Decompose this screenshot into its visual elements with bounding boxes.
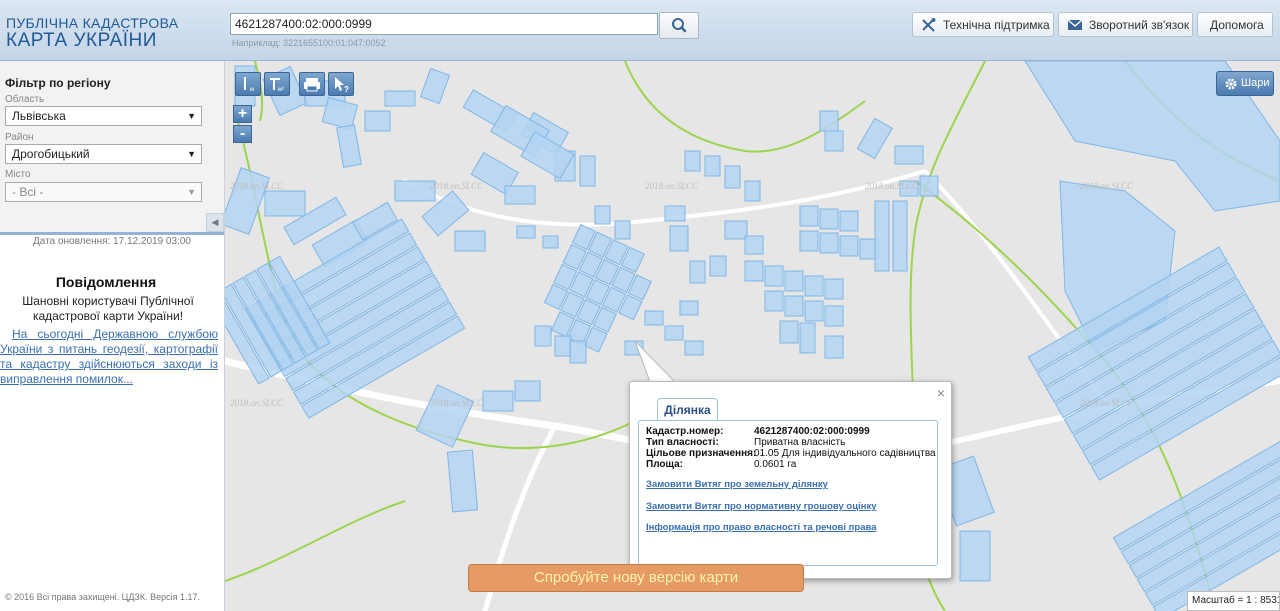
- oblast-label: Область: [5, 94, 45, 105]
- city-select[interactable]: - Всі - ▼: [5, 182, 202, 202]
- area-measure-icon: м²: [270, 78, 284, 93]
- support-label: Технічна підтримка: [943, 18, 1050, 32]
- close-icon[interactable]: ×: [937, 385, 945, 401]
- copyright: © 2016 Всі права захищені. ЦДЗК. Версія …: [5, 592, 201, 602]
- rayon-value: Дрогобицький: [12, 147, 90, 161]
- layers-button[interactable]: Шари: [1216, 71, 1274, 96]
- order-valuation-extract-link[interactable]: Замовити Витяг про нормативну грошову оц…: [646, 501, 877, 512]
- feedback-label: Зворотний зв'язок: [1089, 18, 1190, 32]
- dropdown-arrow-icon: ▼: [187, 111, 196, 121]
- watermark: 2018.on.SLCC: [1080, 398, 1134, 408]
- header: ПУБЛІЧНА КАДАСТРОВА КАРТА УКРАЇНИ 462128…: [0, 0, 1280, 61]
- svg-text:?: ?: [344, 85, 349, 94]
- oblast-select[interactable]: Львівська ▼: [5, 106, 202, 126]
- notice-link[interactable]: На сьогодні Державною службою України з …: [0, 327, 218, 387]
- ruler-icon: м: [244, 77, 254, 93]
- tab-parcel[interactable]: Ділянка: [657, 398, 718, 420]
- search-hint: Наприклад: 3221655100:01:047:0052: [232, 38, 386, 48]
- printer-icon: [304, 78, 320, 92]
- svg-text:м²: м²: [278, 87, 284, 93]
- field-value: 01.05 Для індивідуального садівництва: [754, 448, 936, 459]
- notice-text: Шановні користувачі Публічної кадастрово…: [22, 294, 194, 323]
- city-label: Місто: [5, 169, 31, 180]
- rayon-label: Район: [5, 132, 34, 143]
- envelope-icon: [1067, 19, 1083, 30]
- update-date: Дата оновлення: 17.12.2019 03:00: [33, 236, 191, 247]
- zoom-in-button[interactable]: +: [233, 105, 252, 123]
- ownership-info-link[interactable]: Інформація про право власності та речові…: [646, 522, 877, 533]
- watermark: 2018.on.SLCC: [645, 181, 699, 191]
- field-key: Цільове призначення:: [646, 448, 757, 459]
- identify-button[interactable]: ?: [328, 72, 354, 96]
- rayon-select[interactable]: Дрогобицький ▼: [5, 144, 202, 164]
- help-label: Допомога: [1210, 18, 1264, 32]
- field-value: 4621287400:02:000:0999: [754, 426, 870, 437]
- logo-line1[interactable]: ПУБЛІЧНА КАДАСТРОВА: [6, 15, 178, 31]
- parcel-info-popup: × Ділянка Кадастр.номер: 4621287400:02:0…: [629, 381, 952, 579]
- watermark: 2018.on.SLCC: [230, 398, 284, 408]
- filter-title: Фільтр по регіону: [5, 76, 111, 90]
- search-icon: [672, 18, 687, 33]
- field-value: 0.0601 га: [754, 459, 797, 470]
- popup-pointer: [634, 341, 678, 385]
- notice-title: Повідомлення: [55, 274, 157, 290]
- try-new-version-button[interactable]: Спробуйте нову версію карти: [468, 564, 804, 592]
- search-button[interactable]: [659, 12, 699, 39]
- scale-indicator: Масштаб = 1 : 8531: [1187, 591, 1280, 611]
- cursor-question-icon: ?: [335, 77, 349, 94]
- help-button[interactable]: Допомога: [1197, 12, 1273, 37]
- layers-label: Шари: [1241, 77, 1270, 89]
- dropdown-arrow-icon: ▼: [187, 187, 196, 197]
- print-button[interactable]: [299, 72, 325, 96]
- sidebar: Фільтр по регіону Область Львівська ▼ Ра…: [0, 61, 225, 611]
- watermark: 2018.on.SLCC: [430, 398, 484, 408]
- zoom-out-button[interactable]: -: [233, 125, 252, 143]
- parcel-info-body: Кадастр.номер: 4621287400:02:000:0999 Ти…: [638, 420, 938, 566]
- logo-line2[interactable]: КАРТА УКРАЇНИ: [6, 30, 157, 52]
- svg-text:м: м: [250, 87, 254, 93]
- search-input[interactable]: 4621287400:02:000:0999: [230, 13, 658, 35]
- region-filter: Фільтр по регіону Область Львівська ▼ Ра…: [0, 61, 224, 235]
- field-key: Тип власності:: [646, 437, 719, 448]
- dropdown-arrow-icon: ▼: [187, 149, 196, 159]
- watermark: 2018.on.SLCC: [865, 181, 919, 191]
- watermark: 2018.on.SLCC: [1080, 181, 1134, 191]
- tools-icon: [922, 18, 936, 32]
- watermark: 2018.on.SLCC: [430, 181, 484, 191]
- order-land-extract-link[interactable]: Замовити Витяг про земельну ділянку: [646, 479, 828, 490]
- support-button[interactable]: Технічна підтримка: [912, 12, 1054, 37]
- map-view[interactable]: 2018.on.SLCC 2018.on.SLCC 2018.on.SLCC 2…: [225, 61, 1280, 611]
- gear-icon: [1225, 78, 1237, 90]
- watermark: 2018.on.SLCC: [230, 181, 284, 191]
- area-tool-button[interactable]: м²: [264, 72, 290, 96]
- city-value: - Всі -: [12, 185, 44, 199]
- feedback-button[interactable]: Зворотний зв'язок: [1058, 12, 1193, 37]
- ruler-tool-button[interactable]: м: [235, 72, 261, 96]
- oblast-value: Львівська: [12, 109, 66, 123]
- collapse-sidebar-button[interactable]: ◀: [206, 213, 224, 232]
- field-key: Площа:: [646, 459, 683, 470]
- field-key: Кадастр.номер:: [646, 426, 724, 437]
- field-value: Приватна власність: [754, 437, 846, 448]
